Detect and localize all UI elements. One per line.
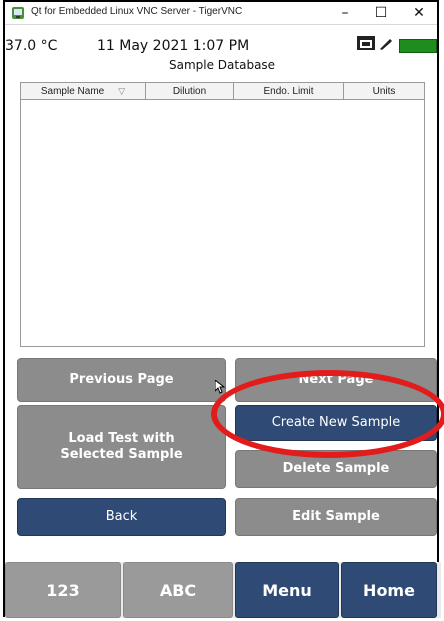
home-button[interactable]: Home bbox=[341, 562, 437, 618]
column-label: Sample Name bbox=[40, 85, 105, 97]
create-new-sample-label: Create New Sample bbox=[271, 415, 401, 431]
table-header: Sample Name ▽ Dilution Endo. Limit Units bbox=[21, 83, 424, 100]
home-label: Home bbox=[363, 580, 415, 600]
maximize-button[interactable]: ☐ bbox=[367, 3, 395, 23]
delete-sample-label: Delete Sample bbox=[282, 461, 390, 477]
column-header-sample-name[interactable]: Sample Name ▽ bbox=[21, 83, 146, 99]
numeric-keyboard-button[interactable]: 123 bbox=[5, 562, 121, 618]
column-header-endo-limit[interactable]: Endo. Limit bbox=[234, 83, 344, 99]
close-button[interactable]: ✕ bbox=[405, 3, 433, 23]
edit-sample-button[interactable]: Edit Sample bbox=[235, 498, 437, 536]
window-title: Qt for Embedded Linux VNC Server - Tiger… bbox=[31, 6, 243, 17]
delete-sample-button[interactable]: Delete Sample bbox=[235, 450, 437, 488]
wrench-icon bbox=[380, 39, 392, 50]
back-label: Back bbox=[105, 509, 138, 525]
vnc-app-icon bbox=[12, 7, 24, 19]
menu-button[interactable]: Menu bbox=[235, 562, 339, 618]
previous-page-button[interactable]: Previous Page bbox=[17, 358, 226, 402]
battery-icon bbox=[399, 39, 437, 53]
alpha-keyboard-button[interactable]: ABC bbox=[123, 562, 233, 618]
numeric-keyboard-label: 123 bbox=[46, 580, 80, 600]
minimize-button[interactable]: – bbox=[331, 3, 359, 23]
menu-label: Menu bbox=[262, 580, 312, 600]
load-test-button[interactable]: Load Test with Selected Sample bbox=[17, 405, 226, 489]
filter-icon[interactable]: ▽ bbox=[118, 86, 125, 97]
back-button[interactable]: Back bbox=[17, 498, 226, 536]
window-titlebar: Qt for Embedded Linux VNC Server - Tiger… bbox=[5, 2, 437, 25]
folder-icon bbox=[357, 36, 375, 50]
edit-sample-label: Edit Sample bbox=[292, 509, 380, 525]
date-time-readout: 11 May 2021 1:07 PM bbox=[97, 38, 250, 54]
screen-title: Sample Database bbox=[169, 58, 276, 72]
vnc-window: Qt for Embedded Linux VNC Server - Tiger… bbox=[3, 0, 444, 618]
previous-page-label: Previous Page bbox=[69, 372, 174, 388]
mouse-cursor-icon bbox=[215, 380, 225, 394]
sample-table[interactable]: Sample Name ▽ Dilution Endo. Limit Units bbox=[20, 82, 425, 347]
temperature-readout: 37.0 °C bbox=[5, 38, 58, 54]
column-header-units[interactable]: Units bbox=[344, 83, 424, 99]
next-page-button[interactable]: Next Page bbox=[235, 358, 437, 402]
create-new-sample-button[interactable]: Create New Sample bbox=[235, 405, 437, 441]
alpha-keyboard-label: ABC bbox=[159, 580, 197, 600]
table-body[interactable] bbox=[21, 100, 424, 346]
next-page-label: Next Page bbox=[298, 372, 374, 388]
load-test-label: Load Test with Selected Sample bbox=[60, 431, 183, 462]
column-header-dilution[interactable]: Dilution bbox=[146, 83, 234, 99]
